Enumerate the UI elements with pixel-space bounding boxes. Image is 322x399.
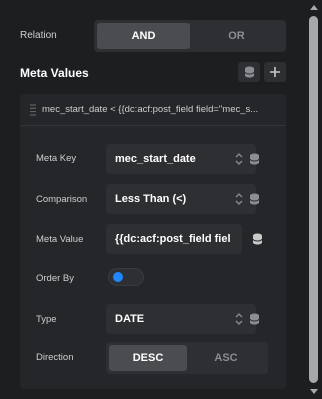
direction-desc-button[interactable]: DESC bbox=[109, 345, 187, 371]
type-label: Type bbox=[36, 314, 57, 325]
plus-icon bbox=[270, 67, 280, 77]
drag-handle-icon[interactable] bbox=[24, 94, 42, 126]
meta-values-title: Meta Values bbox=[20, 66, 89, 80]
meta-value-dynamic-data-icon[interactable] bbox=[249, 231, 265, 247]
type-value: DATE bbox=[115, 313, 145, 325]
direction-label: Direction bbox=[36, 352, 74, 363]
database-icon bbox=[244, 66, 254, 78]
direction-toggle: DESC ASC bbox=[106, 342, 268, 374]
comparison-value: Less Than (<) bbox=[115, 193, 187, 205]
chevron-updown-icon bbox=[235, 193, 243, 205]
type-dynamic-data-icon[interactable] bbox=[246, 311, 262, 327]
meta-value-input[interactable]: {{dc:acf:post_field fiel bbox=[106, 224, 242, 254]
order-by-label: Order By bbox=[36, 273, 75, 284]
scroll-down-arrow-icon[interactable] bbox=[310, 389, 318, 394]
meta-value-text: {{dc:acf:post_field fiel bbox=[115, 233, 231, 245]
meta-key-dynamic-data-icon[interactable] bbox=[246, 151, 262, 167]
dynamic-data-button[interactable] bbox=[238, 62, 260, 82]
relation-toggle: AND OR bbox=[94, 20, 286, 52]
meta-value-item-header[interactable]: mec_start_date < {{dc:acf:post_field fie… bbox=[20, 94, 286, 126]
toggle-knob bbox=[113, 272, 123, 282]
order-by-toggle[interactable] bbox=[108, 268, 144, 286]
relation-or-button[interactable]: OR bbox=[190, 23, 283, 49]
relation-and-button[interactable]: AND bbox=[97, 23, 190, 49]
meta-value-item-title: mec_start_date < {{dc:acf:post_field fie… bbox=[42, 104, 259, 115]
meta-key-label: Meta Key bbox=[36, 153, 77, 164]
settings-panel: Relation AND OR Meta Values mec_start_da… bbox=[0, 0, 306, 399]
add-meta-value-button[interactable] bbox=[264, 62, 286, 82]
meta-value-label: Meta Value bbox=[36, 234, 84, 245]
meta-key-select[interactable]: mec_start_date bbox=[106, 144, 256, 174]
comparison-label: Comparison bbox=[36, 194, 88, 205]
comparison-select[interactable]: Less Than (<) bbox=[106, 184, 256, 214]
meta-key-value: mec_start_date bbox=[115, 153, 196, 165]
meta-value-item: mec_start_date < {{dc:acf:post_field fie… bbox=[20, 94, 286, 389]
scrollbar-thumb[interactable] bbox=[309, 16, 318, 383]
comparison-dynamic-data-icon[interactable] bbox=[246, 191, 262, 207]
chevron-updown-icon bbox=[235, 153, 243, 165]
type-select[interactable]: DATE bbox=[106, 304, 256, 334]
direction-asc-button[interactable]: ASC bbox=[187, 345, 265, 371]
relation-label: Relation bbox=[20, 30, 57, 41]
chevron-updown-icon bbox=[235, 313, 243, 325]
scroll-up-arrow-icon[interactable] bbox=[310, 5, 318, 10]
